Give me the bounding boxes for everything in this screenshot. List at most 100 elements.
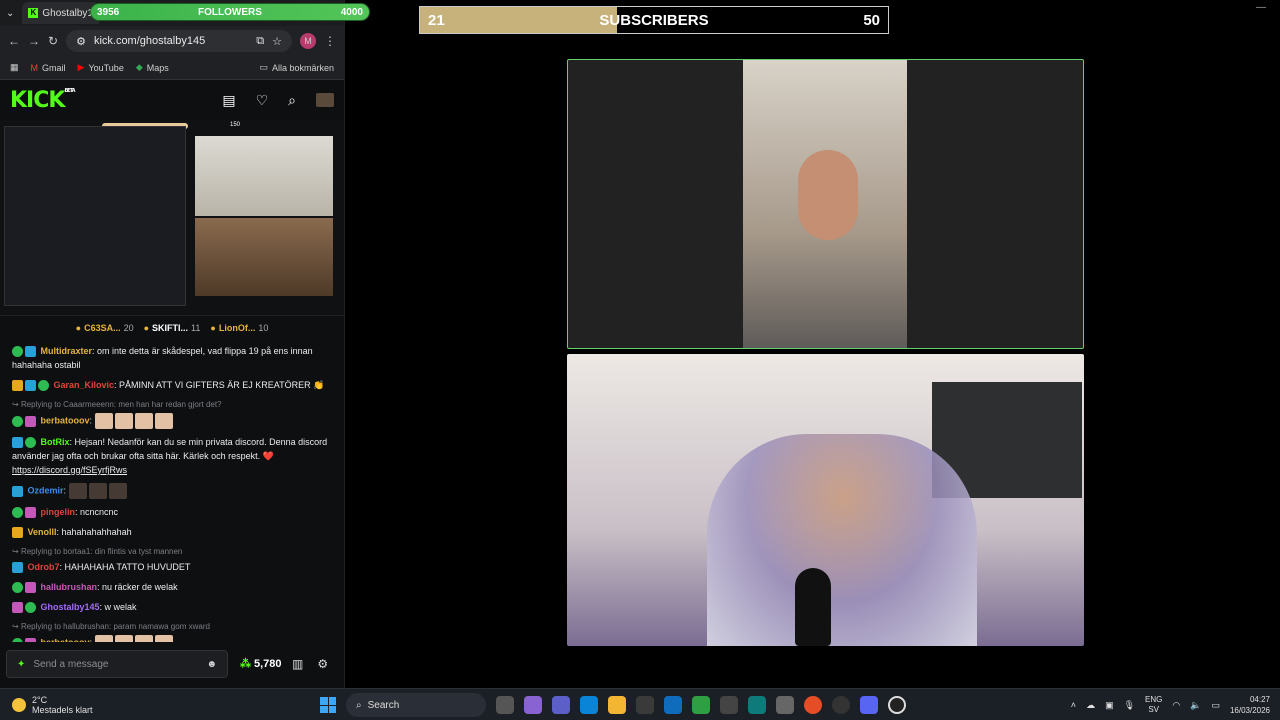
browser-menu-icon[interactable]: ⋮ (324, 34, 336, 48)
badge-icon (12, 562, 23, 574)
language-indicator[interactable]: ENG SV (1145, 695, 1162, 715)
forward-icon[interactable]: → (28, 34, 40, 48)
coin-icon: ● (143, 323, 150, 333)
tray-icon[interactable]: ▣ (1105, 700, 1114, 711)
apps-grid-icon[interactable]: ▦ (10, 62, 19, 73)
store-icon[interactable]: ▥ (292, 657, 303, 671)
chat-username[interactable]: hallubrushan (41, 582, 98, 592)
chat-text: : ncncncnc (75, 507, 119, 517)
user-avatar[interactable] (316, 93, 334, 107)
app-icon[interactable] (776, 696, 794, 714)
chat-username[interactable]: Venolll (28, 527, 57, 537)
translate-icon[interactable]: ⧉ (256, 35, 264, 48)
task-view-icon[interactable] (496, 696, 514, 714)
url-field[interactable]: ⚙ kick.com/ghostalby145 ⧉ ☆ (66, 30, 292, 52)
mic-icon[interactable]: 🎙 (1124, 700, 1135, 711)
subscribers-label: SUBSCRIBERS (599, 11, 709, 29)
chat-text: : w welak (99, 602, 137, 612)
tray-icon[interactable]: ☁ (1086, 700, 1095, 711)
app-icon[interactable] (748, 696, 766, 714)
tab-menu-icon[interactable]: ⌄ (6, 8, 14, 19)
copilot-icon[interactable] (524, 696, 542, 714)
chat-message-input[interactable]: ✦ Send a message ☻ (6, 650, 228, 678)
bookmark-maps[interactable]: ◆ Maps (136, 62, 169, 73)
reply-context[interactable]: ↪ Replying to Caaarmeeenn: men han har r… (12, 398, 333, 412)
subscribers-goal-bar: 21 SUBSCRIBERS 50 (419, 6, 889, 34)
chat-settings-gear-icon[interactable]: ⚙ (317, 657, 328, 671)
kick-logo[interactable]: KICKBETA (10, 88, 76, 113)
edge-icon[interactable] (580, 696, 598, 714)
discord-link[interactable]: https://discord.gg/fSEyrfjRws (12, 465, 127, 475)
weather-widget[interactable]: 2°C Mestadels klart (0, 695, 180, 715)
guest-video-feed (743, 60, 907, 348)
search-icon[interactable]: ⌕ (288, 92, 296, 109)
coin-icon: ● (210, 323, 216, 333)
windows-start-icon[interactable] (320, 697, 336, 713)
badge-icon (25, 507, 36, 519)
bookmark-gmail[interactable]: M Gmail (31, 63, 66, 73)
volume-icon[interactable]: 🔈 (1190, 700, 1201, 711)
bookmark-youtube[interactable]: ▶ YouTube (78, 62, 124, 73)
subscribers-progress-fill (420, 7, 617, 33)
followers-goal: 4000 (340, 6, 363, 18)
leader-item[interactable]: ● C63SA... 20 (76, 323, 134, 333)
clock[interactable]: 04:27 16/03/2026 (1230, 694, 1270, 716)
weather-temp: 2°C (32, 694, 48, 705)
chat-username[interactable]: Garan_Kilovic (54, 380, 115, 390)
wifi-icon[interactable]: ◠ (1172, 700, 1180, 711)
app-icon[interactable] (692, 696, 710, 714)
reply-context[interactable]: ↪ Replying to bortaa1: din flintis va ty… (12, 545, 333, 559)
chat-username[interactable]: berbatooov (41, 415, 90, 425)
site-info-icon[interactable]: ⚙ (76, 35, 86, 48)
chat-feed[interactable]: Multidraxter: om inte detta är skådespel… (0, 340, 345, 642)
file-explorer-icon[interactable] (608, 696, 626, 714)
chat-username[interactable]: Ghostalby145 (41, 602, 100, 612)
bookmark-star-icon[interactable]: ☆ (272, 35, 282, 48)
chat-text: : PÅMINN ATT VI GIFTERS ÄR EJ KREATÖRER … (114, 380, 325, 390)
browse-icon[interactable]: ▤ (222, 92, 235, 109)
taskbar-search[interactable]: ⌕ Search (346, 693, 486, 717)
reply-context[interactable]: ↪ Replying to hallubrushan: param namawa… (12, 620, 333, 634)
channel-points[interactable]: ⁂ 5,780 (240, 657, 282, 671)
battery-icon[interactable]: ▭ (1211, 700, 1220, 711)
badge-icon (25, 602, 36, 614)
badge-icon (12, 582, 23, 594)
app-icon[interactable] (720, 696, 738, 714)
window-minimize-icon[interactable]: — (1256, 2, 1266, 13)
profile-avatar[interactable]: M (300, 33, 316, 49)
reload-icon[interactable]: ↻ (48, 34, 58, 48)
tab-kick[interactable]: K Ghostalby1 (22, 2, 99, 24)
badge-icon (12, 415, 23, 427)
following-heart-icon[interactable]: ♡ (256, 92, 269, 109)
stream-cam-top (195, 136, 333, 216)
guest-figure (798, 150, 858, 240)
obs-icon[interactable] (888, 696, 906, 714)
chrome-icon[interactable] (804, 696, 822, 714)
teams-icon[interactable] (552, 696, 570, 714)
badge-icon (12, 437, 23, 449)
all-bookmarks[interactable]: ▭ Alla bokmärken (259, 62, 334, 73)
tray-overflow-icon[interactable]: ˄ (1071, 700, 1076, 710)
chat-username[interactable]: pingelin (41, 507, 76, 517)
leader-item[interactable]: ● SKIFTI... 11 (144, 323, 201, 333)
back-icon[interactable]: ← (8, 34, 20, 48)
stream-preview[interactable]: 150 (0, 120, 344, 316)
sparkle-icon[interactable]: ✦ (17, 659, 25, 670)
chat-username[interactable]: Odrob7 (28, 562, 60, 572)
leader-item[interactable]: ● LionOf... 10 (210, 323, 268, 333)
chat-username[interactable]: Ozdemir (28, 485, 64, 495)
outlook-icon[interactable] (664, 696, 682, 714)
badge-icon (25, 380, 36, 392)
discord-icon[interactable] (860, 696, 878, 714)
chat-username[interactable]: Multidraxter (41, 346, 93, 356)
app-icon[interactable] (832, 696, 850, 714)
badge-icon (12, 380, 23, 392)
windows-taskbar: 2°C Mestadels klart ⌕ Search ˄ ☁ ▣ 🎙 ENG… (0, 688, 1280, 720)
bookmarks-bar: ▦ M Gmail ▶ YouTube ◆ Maps ▭ Alla bokmärken (0, 56, 344, 80)
store-icon[interactable] (636, 696, 654, 714)
chat-username[interactable]: berbatooov (41, 637, 90, 642)
emote-icon (134, 413, 153, 429)
chat-username[interactable]: BotRix (41, 437, 70, 447)
followers-label: FOLLOWERS (198, 6, 262, 18)
emoji-picker-icon[interactable]: ☻ (206, 659, 217, 670)
